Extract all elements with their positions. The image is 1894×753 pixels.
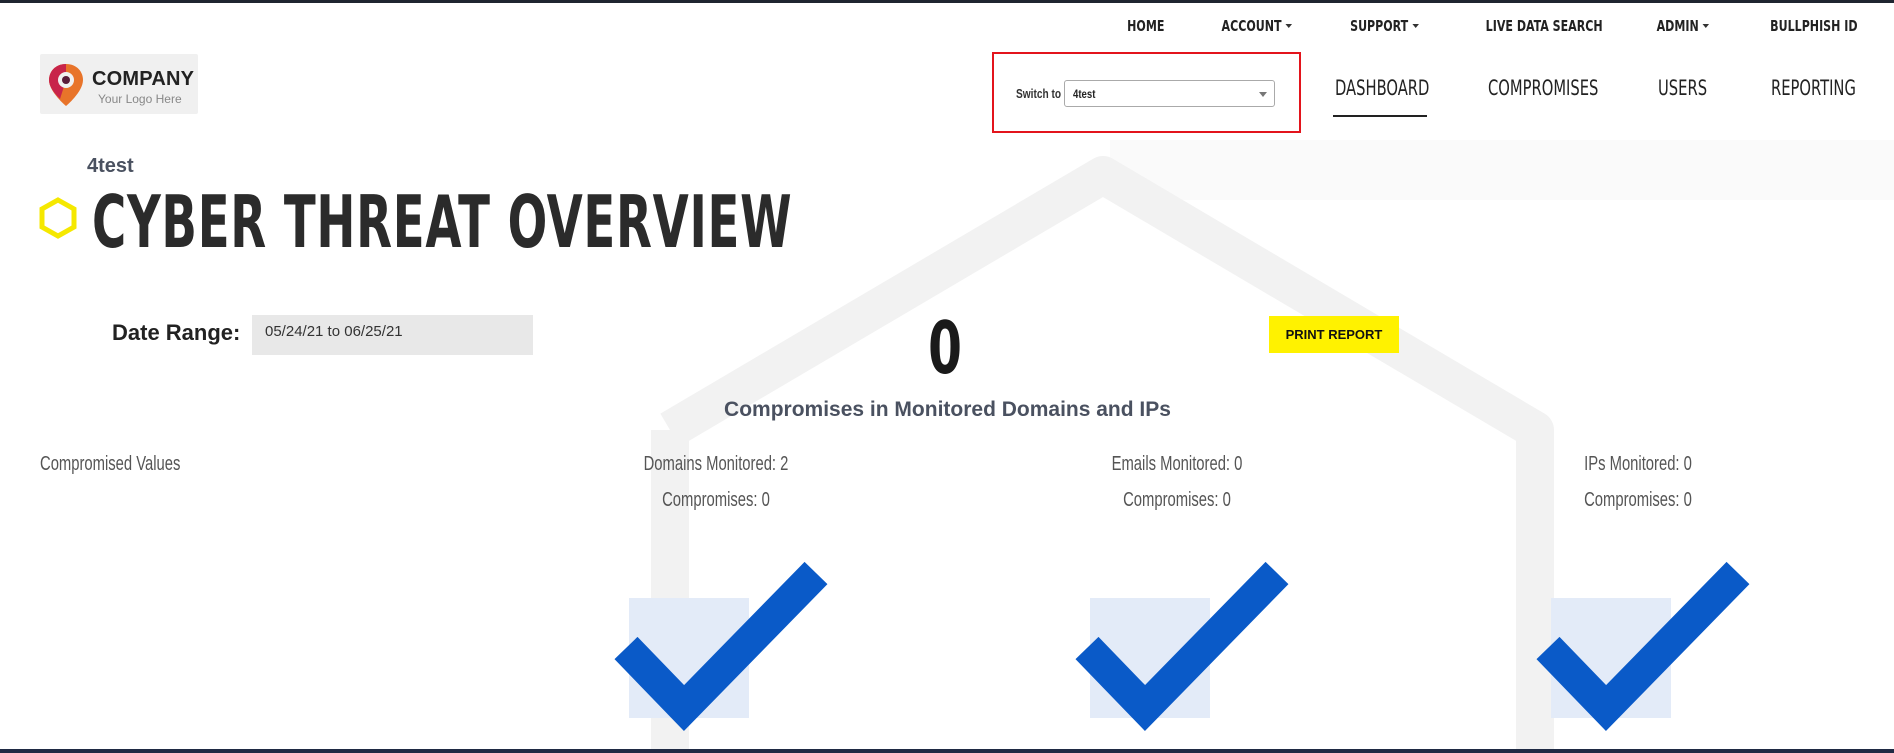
page-title: CYBER THREAT OVERVIEW xyxy=(92,180,793,264)
emails-compromises: Compromises: 0 xyxy=(1123,489,1231,511)
domains-check-icon xyxy=(614,561,828,731)
hexagon-icon xyxy=(39,197,77,239)
emails-check-icon xyxy=(1075,561,1289,731)
caret-down-icon xyxy=(1411,24,1419,28)
tab-users[interactable]: USERS xyxy=(1658,76,1707,100)
tab-dashboard[interactable]: DASHBOARD xyxy=(1335,76,1429,100)
domains-monitored: Domains Monitored: 2 xyxy=(643,453,789,475)
caret-down-icon xyxy=(1702,24,1710,28)
top-nav-live-data-search[interactable]: LIVE DATA SEARCH xyxy=(1486,17,1603,35)
ips-monitored: IPs Monitored: 0 xyxy=(1584,453,1692,475)
top-nav-label: SUPPORT xyxy=(1349,17,1408,35)
client-name: 4test xyxy=(87,155,134,177)
ips-compromises: Compromises: 0 xyxy=(1584,489,1692,511)
switch-label: Switch to xyxy=(1016,86,1062,101)
top-nav-label: ACCOUNT xyxy=(1221,17,1282,35)
domains-compromises: Compromises: 0 xyxy=(662,489,770,511)
top-nav-admin[interactable]: ADMIN xyxy=(1657,17,1710,35)
top-border xyxy=(0,0,1894,3)
total-compromises-count: 0 xyxy=(928,306,962,390)
top-nav-label: ADMIN xyxy=(1656,17,1699,35)
main-nav: DASHBOARD COMPROMISES USERS REPORTING xyxy=(1330,76,1870,120)
switch-selected-value: 4test xyxy=(1073,87,1096,101)
chevron-down-icon xyxy=(1259,92,1267,97)
switch-client-highlight: Switch to 4test xyxy=(992,52,1301,133)
top-nav-label: BULLPHISH ID xyxy=(1770,17,1858,35)
date-range-value: 05/24/21 to 06/25/21 xyxy=(265,323,403,340)
logo-tagline: Your Logo Here xyxy=(98,92,182,106)
top-nav-home[interactable]: HOME xyxy=(1127,17,1164,35)
tab-compromises[interactable]: COMPROMISES xyxy=(1488,76,1598,100)
date-range-input[interactable]: 05/24/21 to 06/25/21 xyxy=(252,315,533,355)
top-nav: HOME ACCOUNT SUPPORT LIVE DATA SEARCH AD… xyxy=(1077,17,1858,35)
print-report-button[interactable]: PRINT REPORT xyxy=(1269,316,1399,353)
ips-check-icon xyxy=(1536,561,1750,731)
tab-reporting[interactable]: REPORTING xyxy=(1771,76,1856,100)
compromised-values-label: Compromised Values xyxy=(40,453,181,475)
total-compromises-caption: Compromises in Monitored Domains and IPs xyxy=(724,398,1171,421)
bottom-border xyxy=(0,749,1894,753)
top-nav-label: LIVE DATA SEARCH xyxy=(1486,17,1604,35)
top-nav-label: HOME xyxy=(1127,17,1165,35)
top-nav-bullphish-id[interactable]: BULLPHISH ID xyxy=(1771,17,1858,35)
active-tab-indicator xyxy=(1333,115,1427,117)
top-nav-account[interactable]: ACCOUNT xyxy=(1222,17,1293,35)
logo-name: COMPANY xyxy=(92,68,195,90)
caret-down-icon xyxy=(1285,24,1293,28)
switch-client-select[interactable]: 4test xyxy=(1064,80,1275,107)
top-nav-support[interactable]: SUPPORT xyxy=(1350,17,1419,35)
date-range-label: Date Range: xyxy=(112,320,241,345)
company-logo[interactable]: COMPANY Your Logo Here xyxy=(40,54,198,114)
location-pin-icon xyxy=(49,64,83,106)
emails-monitored: Emails Monitored: 0 xyxy=(1111,453,1243,475)
